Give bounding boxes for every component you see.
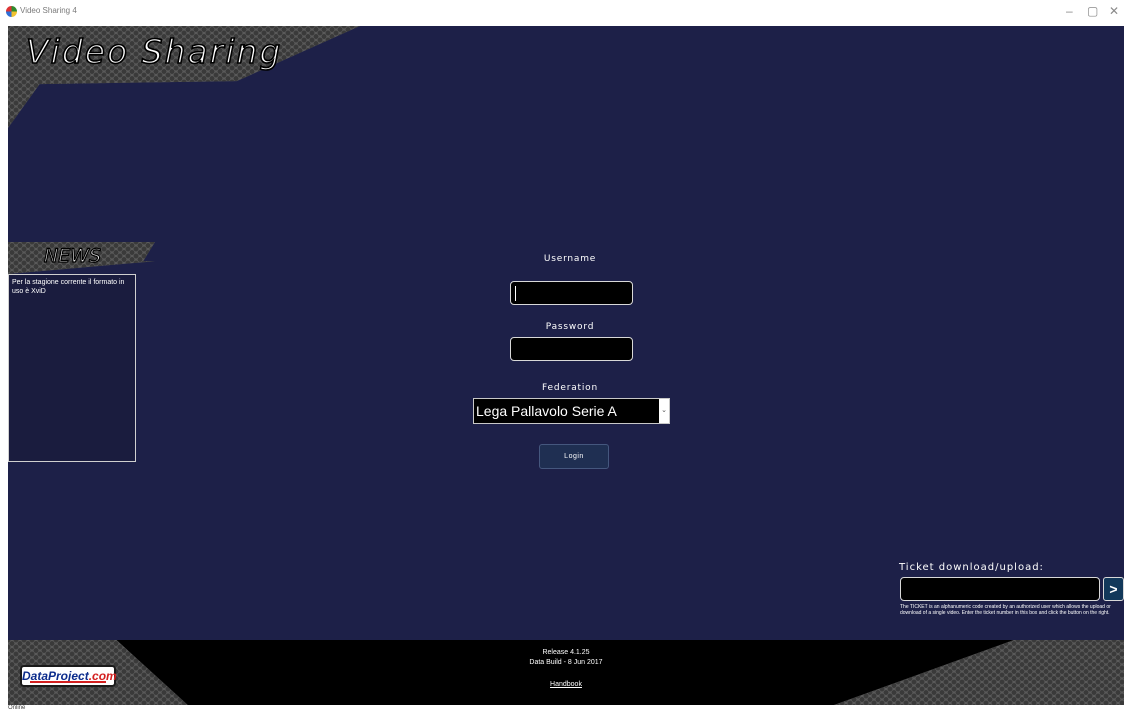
federation-label: Federation: [542, 383, 598, 393]
status-text: Online: [8, 705, 26, 711]
login-button[interactable]: Login: [539, 444, 609, 469]
release-version: Release 4.1.25: [542, 649, 590, 656]
chevron-down-icon[interactable]: ⌄: [659, 399, 669, 423]
footer: DataProject.com Release 4.1.25 Data Buil…: [8, 640, 1124, 705]
window-titlebar: Video Sharing 4 – ▢ ✕: [0, 0, 1124, 26]
window-title: Video Sharing 4: [20, 6, 77, 15]
federation-value: Lega Pallavolo Serie A: [476, 403, 617, 419]
ticket-label: Ticket download/upload:: [899, 562, 1044, 573]
news-text: Per la stagione corrente il formato in u…: [12, 279, 125, 295]
username-label: Username: [543, 254, 597, 264]
handbook-link[interactable]: Handbook: [8, 681, 1124, 688]
data-build: Data Build - 8 Jun 2017: [529, 659, 603, 666]
news-panel: Per la stagione corrente il formato in u…: [8, 274, 136, 462]
password-input[interactable]: [510, 337, 633, 361]
restore-button[interactable]: ▢: [1087, 4, 1098, 18]
main-area: Video Sharing NEWS Per la stagione corre…: [8, 26, 1124, 640]
ticket-input[interactable]: [900, 577, 1100, 601]
minimize-button[interactable]: –: [1066, 4, 1073, 18]
ticket-help-text: The TICKET is an alphanumeric code creat…: [900, 604, 1111, 616]
ticket-submit-button[interactable]: >: [1103, 577, 1124, 601]
app-globe-icon: [6, 6, 17, 17]
text-cursor: [515, 286, 516, 301]
password-label: Password: [545, 322, 595, 332]
news-title: NEWS: [43, 244, 102, 267]
app-logo: Video Sharing: [25, 31, 283, 72]
username-input[interactable]: [510, 281, 633, 305]
close-button[interactable]: ✕: [1109, 4, 1119, 18]
federation-select[interactable]: Lega Pallavolo Serie A ⌄: [473, 398, 670, 424]
